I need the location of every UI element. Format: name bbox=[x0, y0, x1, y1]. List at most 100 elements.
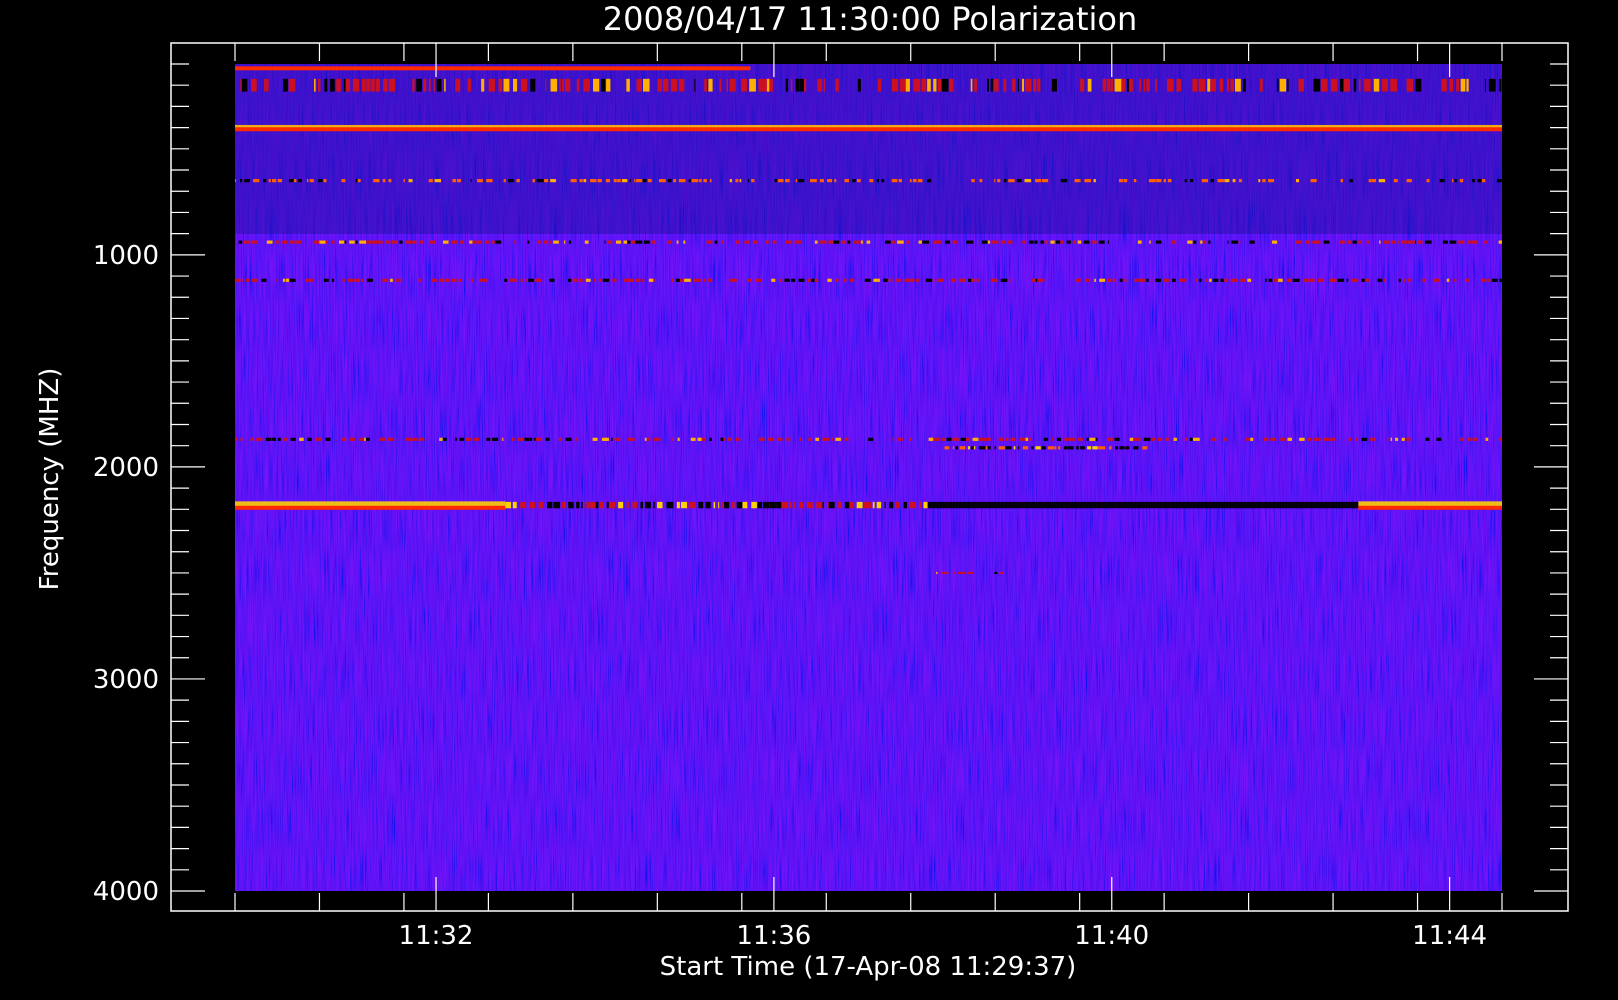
band-3-speck bbox=[1454, 179, 1457, 183]
band-3-speck bbox=[1016, 179, 1022, 183]
band-9-speck bbox=[816, 501, 823, 509]
band-6-speck bbox=[1189, 437, 1193, 441]
band-5-speck bbox=[1009, 278, 1011, 282]
band-1-speck bbox=[1127, 78, 1129, 92]
band-5-speck bbox=[896, 278, 901, 282]
band-7-speck bbox=[1098, 446, 1106, 450]
band-3-speck bbox=[298, 179, 303, 183]
band-1-speck bbox=[336, 78, 341, 92]
band-5-speck bbox=[1366, 278, 1370, 282]
band-1-speck bbox=[986, 78, 989, 92]
y-tick-label: 1000 bbox=[93, 241, 159, 271]
band-2 bbox=[235, 124, 1502, 132]
band-5-speck bbox=[1155, 278, 1161, 282]
band-3-speck bbox=[927, 179, 932, 183]
band-1-speck bbox=[1207, 78, 1211, 92]
band-6-speck bbox=[1051, 437, 1054, 441]
band-5-speck bbox=[1195, 278, 1198, 282]
band-1-speck bbox=[366, 78, 371, 92]
band-5-speck bbox=[251, 278, 258, 282]
band-9-speck bbox=[731, 501, 735, 509]
band-1-speck bbox=[1364, 78, 1371, 92]
band-4-speck bbox=[1066, 240, 1071, 244]
band-1-speck bbox=[1230, 78, 1235, 92]
band-6-speck bbox=[359, 437, 364, 441]
band-6-speck bbox=[1498, 437, 1502, 441]
band-6-speck bbox=[1348, 437, 1352, 441]
band-1-speck bbox=[1003, 78, 1007, 92]
band-4-speck bbox=[1077, 240, 1082, 244]
band-4-speck bbox=[861, 240, 863, 244]
band-4-speck bbox=[1498, 240, 1502, 244]
band-7-speck bbox=[1035, 446, 1041, 450]
band-1-speck bbox=[1340, 78, 1344, 92]
band-4-speck bbox=[1415, 240, 1417, 244]
band-1-speck bbox=[762, 78, 767, 92]
band-6-speck bbox=[240, 437, 243, 441]
band-1-speck bbox=[1466, 78, 1469, 92]
band-6-speck bbox=[1436, 437, 1442, 441]
band-6-speck bbox=[443, 437, 447, 441]
band-3-speck bbox=[457, 179, 461, 183]
y-axis-label: Frequency (MHZ) bbox=[35, 368, 65, 591]
band-1-speck bbox=[436, 78, 442, 92]
band-7-speck bbox=[1031, 446, 1034, 450]
band-1-speck bbox=[1488, 78, 1496, 92]
band-5-speck bbox=[849, 278, 855, 282]
band-7-speck bbox=[994, 446, 996, 450]
band-3-speck bbox=[1133, 179, 1137, 183]
band-6-speck bbox=[558, 437, 563, 441]
band-1-speck bbox=[990, 78, 993, 92]
band-9-speck bbox=[676, 501, 680, 509]
band-5-speck bbox=[1138, 278, 1145, 282]
band-5-speck bbox=[395, 278, 397, 282]
band-3-speck bbox=[739, 179, 742, 183]
polarization-spectrogram: 2008/04/17 11:30:00 Polarization 1000 200… bbox=[35, 0, 1569, 982]
band-5-speck bbox=[1337, 278, 1344, 282]
band-7-speck bbox=[1109, 446, 1112, 450]
band-5-speck bbox=[1230, 278, 1238, 282]
band-6-speck bbox=[500, 437, 503, 441]
band-9-speck bbox=[876, 501, 882, 509]
band-6-speck bbox=[1173, 437, 1177, 441]
x-tick-label: 11:32 bbox=[399, 921, 474, 951]
band-7-speck bbox=[1041, 446, 1046, 450]
band-5-speck bbox=[1383, 278, 1386, 282]
band-5-speck bbox=[1031, 278, 1036, 282]
band-4-speck bbox=[553, 240, 559, 244]
band-6-speck bbox=[815, 437, 820, 441]
band-1-speck bbox=[241, 78, 248, 92]
band-1-speck bbox=[1051, 78, 1057, 92]
band-4-speck bbox=[369, 240, 376, 244]
band-4-speck bbox=[1098, 240, 1105, 244]
band-1-speck bbox=[1110, 78, 1114, 92]
band-5-speck bbox=[890, 278, 893, 282]
band-4-speck bbox=[476, 240, 482, 244]
band-7-speck bbox=[1067, 446, 1074, 450]
band-3-speck bbox=[503, 179, 506, 183]
band-4-speck bbox=[981, 240, 988, 244]
band-4-speck bbox=[275, 240, 279, 244]
band-6-speck bbox=[627, 437, 635, 441]
band-6-speck bbox=[727, 437, 732, 441]
band-9-speck bbox=[599, 501, 604, 509]
band-3-speck bbox=[1262, 179, 1266, 183]
band-6-speck bbox=[1395, 437, 1399, 441]
band-3-speck bbox=[735, 179, 739, 183]
band-1-speck bbox=[352, 78, 360, 92]
band-1-speck bbox=[1460, 78, 1466, 92]
band-5-speck bbox=[534, 278, 542, 282]
band-3-speck bbox=[1079, 179, 1081, 183]
band-1-speck bbox=[593, 78, 600, 92]
band-4-speck bbox=[987, 240, 991, 244]
band-6-speck bbox=[502, 437, 504, 441]
band-4-speck bbox=[922, 240, 930, 244]
band-4-speck bbox=[1317, 240, 1321, 244]
band-6-speck bbox=[536, 437, 543, 441]
band-3-speck bbox=[1238, 179, 1242, 183]
band-4-speck bbox=[460, 240, 464, 244]
band-6-speck bbox=[1245, 437, 1250, 441]
band-3-speck bbox=[688, 179, 691, 183]
band-9-speck bbox=[505, 501, 512, 509]
band-4-speck bbox=[1040, 240, 1044, 244]
